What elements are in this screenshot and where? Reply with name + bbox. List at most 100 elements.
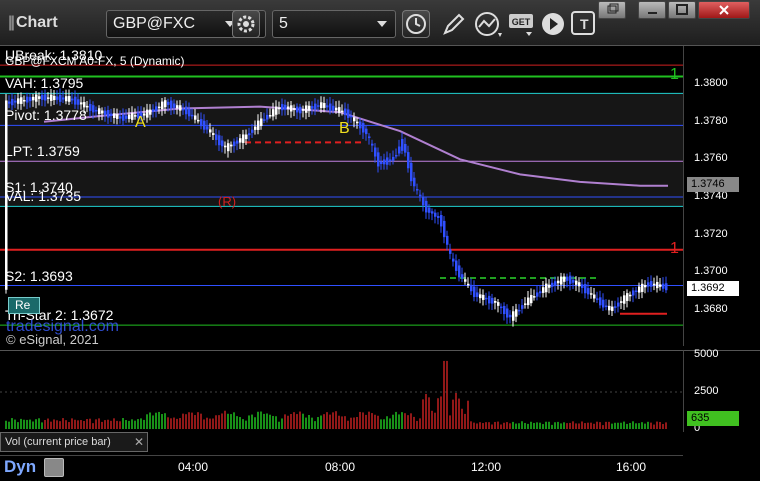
marker-a: A <box>135 114 146 131</box>
candle-body <box>428 207 431 213</box>
candle-body <box>641 283 644 292</box>
volume-chart[interactable] <box>0 351 683 433</box>
volume-study-label[interactable]: Vol (current price bar) ✕ <box>0 432 148 452</box>
candle-body <box>233 141 236 147</box>
candle-body <box>56 96 59 100</box>
candle-body <box>164 100 167 108</box>
candle-body <box>8 101 11 104</box>
volume-tick: 5000 <box>694 348 719 360</box>
candle-body <box>290 105 293 112</box>
candle-body <box>314 103 317 110</box>
close-icon[interactable] <box>698 1 750 19</box>
candle-body <box>149 109 152 115</box>
candle-body <box>38 96 41 99</box>
candle-body <box>605 305 608 308</box>
candle-body <box>299 106 302 114</box>
candle-body <box>587 288 590 295</box>
candle-body <box>398 146 401 154</box>
candle-body <box>269 115 272 117</box>
ma-value-badge: 1.3746 <box>687 177 739 192</box>
candle-body <box>368 136 371 139</box>
restore-icon[interactable] <box>598 1 626 19</box>
candle-body <box>20 97 23 104</box>
get-icon[interactable]: GET <box>508 12 536 43</box>
candle-body <box>632 290 635 296</box>
volume-axis[interactable]: 5000 2500 0 635 <box>683 348 760 434</box>
candle-body <box>191 114 194 117</box>
candle-body <box>419 194 422 197</box>
price-pane[interactable]: GBP@FXCM A0-FX, 5 (Dynamic) UBreak: 1.38… <box>0 46 683 347</box>
price-tick: 1.3700 <box>694 265 728 278</box>
candle-body <box>515 309 518 317</box>
time-axis[interactable]: 04:00 08:00 12:00 16:00 <box>0 455 683 481</box>
candle-body <box>614 306 617 308</box>
price-chart[interactable] <box>0 46 683 346</box>
candle-body <box>410 162 413 182</box>
candle-body <box>500 306 503 309</box>
candle-body <box>509 314 512 318</box>
candle-body <box>503 305 506 315</box>
candle-body <box>92 105 95 113</box>
candle-body <box>176 105 179 109</box>
candle-body <box>455 260 458 271</box>
candle-body <box>116 114 119 119</box>
candle-body <box>272 109 275 117</box>
price-axis[interactable]: 1.3800 1.3780 1.3760 1.3740 1.3720 1.3700 1.36… <box>683 46 760 346</box>
maximize-icon[interactable] <box>668 1 696 19</box>
candle-body <box>182 108 185 111</box>
candle-body <box>392 156 395 161</box>
candle-body <box>227 143 230 152</box>
studies-icon[interactable] <box>474 11 504 44</box>
interval-selector[interactable]: 5 <box>272 10 396 38</box>
candle-body <box>119 116 122 119</box>
volume-pane[interactable] <box>0 350 683 432</box>
candle-body <box>284 104 287 110</box>
candle-body <box>242 134 245 143</box>
minimize-icon[interactable] <box>638 1 666 19</box>
candle-body <box>311 106 314 109</box>
dynamic-toggle-icon[interactable] <box>44 458 64 477</box>
candle-body <box>440 215 443 227</box>
candle-body <box>104 110 107 116</box>
candle-body <box>44 94 47 101</box>
dynamic-label[interactable]: Dyn <box>4 457 36 477</box>
candle-body <box>374 147 377 157</box>
candle-body <box>554 281 557 286</box>
candle-body <box>14 100 17 103</box>
candle-body <box>602 299 605 308</box>
level-label: VAL: 1.3735 <box>5 188 82 205</box>
copyright-text: © eSignal, 2021 <box>6 332 99 347</box>
candle-body <box>395 154 398 157</box>
candle-body <box>467 283 470 286</box>
drag-grip-icon[interactable]: || <box>8 14 15 31</box>
level-label: LPT: 1.3759 <box>5 143 80 160</box>
pencil-icon[interactable] <box>440 12 466 43</box>
chevron-down-icon[interactable] <box>377 21 387 27</box>
candle-body <box>95 110 98 112</box>
volume-label-text: Vol (current price bar) <box>5 436 111 448</box>
svg-text:GET: GET <box>512 17 531 27</box>
candle-body <box>212 133 215 135</box>
candle-body <box>446 235 449 245</box>
candle-body <box>512 311 515 321</box>
candle-body <box>497 302 500 306</box>
gear-icon[interactable] <box>232 10 260 38</box>
price-tick: 1.3780 <box>694 114 728 127</box>
price-tick: 1.3760 <box>694 152 728 165</box>
clock-icon[interactable] <box>402 10 430 38</box>
candle-body <box>263 119 266 121</box>
candle-body <box>530 294 533 304</box>
candle-body <box>626 293 629 301</box>
marker-b: B <box>339 120 350 137</box>
text-icon[interactable]: T <box>571 11 597 42</box>
candle-body <box>611 306 614 311</box>
volume-last-badge: 635 <box>687 411 739 426</box>
close-icon[interactable]: ✕ <box>134 435 144 449</box>
candle-body <box>65 96 68 102</box>
play-icon[interactable] <box>540 11 566 42</box>
price-tick: 1.3720 <box>694 227 728 240</box>
candle-body <box>665 283 668 291</box>
candle-body <box>452 258 455 262</box>
re-button[interactable]: Re <box>8 297 40 314</box>
candle-body <box>518 309 521 312</box>
